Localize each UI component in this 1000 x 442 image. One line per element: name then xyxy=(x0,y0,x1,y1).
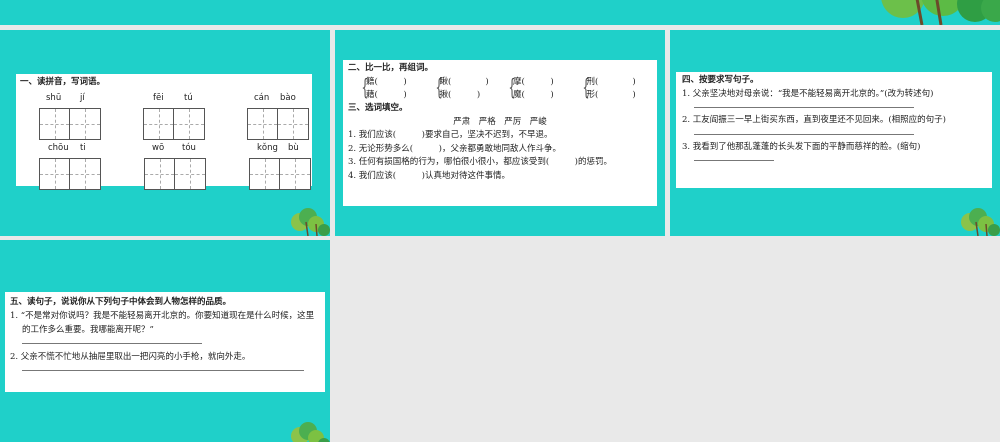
pair-item: 藉( ) xyxy=(366,89,407,100)
pinyin: tú xyxy=(184,93,193,103)
top-banner xyxy=(0,0,1000,25)
pair-item: 魔( ) xyxy=(513,89,554,100)
char-pair: 籍( ) 藉( ) xyxy=(358,76,432,102)
writing-grid xyxy=(143,108,205,140)
word-options: 严肃 严格 严厉 严峻 xyxy=(453,116,547,127)
answer-line xyxy=(22,343,202,345)
pinyin: tóu xyxy=(182,143,196,153)
pair-item: 瞅( ) xyxy=(439,76,489,87)
slide-4-thumbnail[interactable]: 五、读句子，说说你从下列句子中体会到人物怎样的品质。 1. “不是常对你说吗？我… xyxy=(0,240,330,442)
pinyin: jí xyxy=(80,93,85,103)
slide-1-card: 一、读拼音，写词语。 shū jí fēi tú cán bào chōu ti wō t… xyxy=(16,74,312,190)
pair-item: 籍( ) xyxy=(366,76,407,87)
compare-pairs: 籍( ) 藉( ) 瞅( ) 揪( ) 摩( ) 魔( ) 刑( ) 形( ) xyxy=(358,76,652,102)
question: 2. 父亲不慌不忙地从抽屉里取出一把闪亮的小手枪，就向外走。 xyxy=(10,352,251,363)
char-pair: 瞅( ) 揪( ) xyxy=(432,76,506,102)
pinyin: ti xyxy=(80,143,86,153)
question: 1. “不是常对你说吗？我是不能轻易离开北京的。你要知道现在是什么时候，这里的工… xyxy=(10,311,315,336)
question: 2. 工友阎振三一早上街买东西，直到夜里还不见回来。(相照应的句子) xyxy=(682,115,946,126)
writing-grid xyxy=(39,108,101,140)
question: 1. 我们应该( )要求自己，坚决不迟到，不早退。 xyxy=(348,130,553,141)
tree-decoration-icon xyxy=(291,422,330,442)
pair-item: 揪( ) xyxy=(439,89,481,100)
slide-2-card: 二、比一比，再组词。 籍( ) 藉( ) 瞅( ) 揪( ) 摩( ) 魔( ) 刑(… xyxy=(343,60,657,206)
pinyin: shū xyxy=(46,93,62,103)
answer-line xyxy=(22,370,304,372)
slide-3-thumbnail[interactable]: 四、按要求写句子。 1. 父亲坚决地对母亲说：“我是不能轻易离开北京的。”(改为… xyxy=(670,30,1000,236)
char-pair: 刑( ) 形( ) xyxy=(579,76,653,102)
answer-line xyxy=(694,133,914,135)
pair-item: 摩( ) xyxy=(513,76,554,87)
section-title: 一、读拼音，写词语。 xyxy=(20,77,106,87)
section-title: 三、选词填空。 xyxy=(348,102,408,113)
pinyin: kǒng xyxy=(257,143,278,153)
slide-1-thumbnail[interactable]: 一、读拼音，写词语。 shū jí fēi tú cán bào chōu ti wō t… xyxy=(0,30,330,236)
question: 3. 我看到了他那乱蓬蓬的长头发下面的平静而慈祥的脸。(缩句) xyxy=(682,141,921,152)
tree-decoration-icon xyxy=(881,0,1000,25)
slide-2-thumbnail[interactable]: 二、比一比，再组词。 籍( ) 藉( ) 瞅( ) 揪( ) 摩( ) 魔( ) 刑(… xyxy=(335,30,665,236)
section-title: 五、读句子，说说你从下列句子中体会到人物怎样的品质。 xyxy=(10,297,232,307)
question: 2. 无论形势多么( )，父亲都勇敢地同敌人作斗争。 xyxy=(348,143,561,154)
section-title: 二、比一比，再组词。 xyxy=(348,63,434,73)
question: 4. 我们应该( )认真地对待这件事情。 xyxy=(348,170,510,181)
answer-line xyxy=(694,160,774,162)
pair-item: 刑( ) xyxy=(586,76,636,87)
pinyin: bù xyxy=(288,143,299,153)
writing-grid xyxy=(144,158,206,190)
slide-3-card: 四、按要求写句子。 1. 父亲坚决地对母亲说：“我是不能轻易离开北京的。”(改为… xyxy=(676,72,992,188)
writing-grid xyxy=(39,158,101,190)
question: 1. 父亲坚决地对母亲说：“我是不能轻易离开北京的。”(改为转述句) xyxy=(682,88,934,99)
writing-grid xyxy=(249,158,311,190)
pinyin: bào xyxy=(280,93,296,103)
section-title: 四、按要求写句子。 xyxy=(682,75,759,85)
writing-grid xyxy=(247,108,309,140)
pinyin: wō xyxy=(152,143,165,153)
tree-decoration-icon xyxy=(961,208,1000,236)
slide-4-card: 五、读句子，说说你从下列句子中体会到人物怎样的品质。 1. “不是常对你说吗？我… xyxy=(5,292,325,392)
question: 3. 任何有损国格的行为，哪怕很小很小，都应该受到( )的惩罚。 xyxy=(348,157,612,168)
pinyin: fēi xyxy=(153,93,164,103)
tree-decoration-icon xyxy=(291,208,330,236)
pinyin: chōu xyxy=(48,143,69,153)
char-pair: 摩( ) 魔( ) xyxy=(505,76,579,102)
pair-item: 形( ) xyxy=(586,89,636,100)
pinyin: cán xyxy=(254,93,270,103)
answer-line xyxy=(694,107,914,109)
